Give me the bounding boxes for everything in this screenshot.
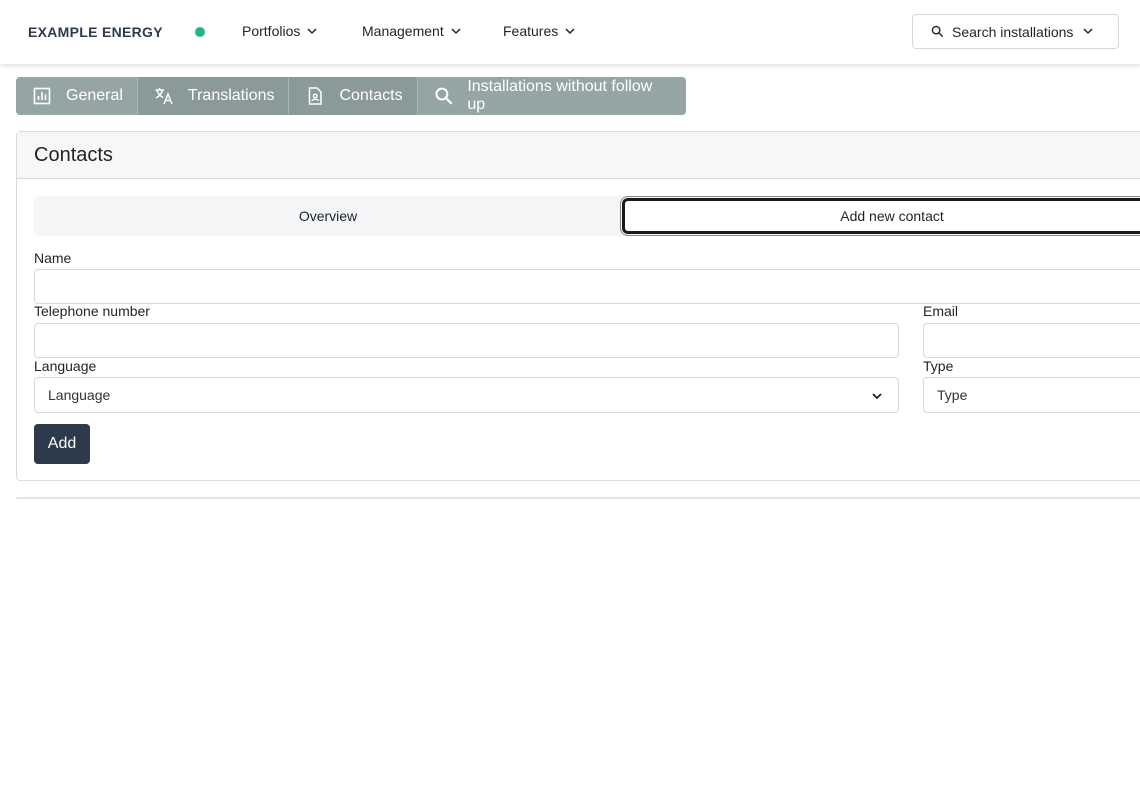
chart-icon <box>33 87 51 105</box>
contacts-view-switch: Overview Add new contact <box>34 196 1140 236</box>
search-installations-button[interactable]: Search installations <box>912 14 1119 49</box>
telephone-label: Telephone number <box>34 303 150 319</box>
type-select[interactable]: Type <box>923 377 1140 413</box>
contacts-card: Contacts Overview Add new contact Name T… <box>16 131 1140 481</box>
translate-icon <box>155 88 173 105</box>
chevron-down-icon <box>307 28 317 35</box>
tab-label: Contacts <box>339 87 403 104</box>
chevron-down-icon <box>565 28 575 35</box>
tab-label: General <box>66 87 123 104</box>
tab-label: Translations <box>187 87 275 104</box>
search-icon <box>435 87 453 105</box>
language-select[interactable]: Language <box>34 377 899 413</box>
search-label: Search installations <box>952 23 1074 40</box>
contact-document-icon <box>309 87 323 105</box>
nav-menu-portfolios[interactable]: Portfolios <box>242 23 318 39</box>
brand-logo[interactable]: EXAMPLE ENERGY <box>28 24 163 40</box>
nav-menu-label: Portfolios <box>242 23 301 39</box>
section-tabs: General Translations Contacts Installati… <box>16 77 686 115</box>
nav-menu-label: Management <box>362 23 444 39</box>
top-navbar: EXAMPLE ENERGY Portfolios Management Fea… <box>0 0 1140 64</box>
tab-contacts[interactable]: Contacts <box>289 77 417 115</box>
nav-menu-label: Features <box>503 23 559 39</box>
language-label: Language <box>34 358 97 374</box>
type-selected-value: Type <box>937 387 968 403</box>
name-input[interactable] <box>34 269 1140 304</box>
chevron-down-icon <box>872 393 882 400</box>
tab-label: Installations without follow up <box>467 78 653 113</box>
nav-menu-features[interactable]: Features <box>503 23 576 39</box>
type-label: Type <box>923 358 954 374</box>
add-contact-button[interactable]: Add <box>34 424 90 464</box>
email-input[interactable] <box>923 323 1140 358</box>
section-divider <box>16 497 1140 499</box>
tab-translations[interactable]: Translations <box>137 77 289 115</box>
card-title: Contacts <box>34 143 113 166</box>
language-selected-value: Language <box>48 387 111 403</box>
tab-general[interactable]: General <box>16 77 137 115</box>
email-label: Email <box>923 303 959 319</box>
card-header: Contacts <box>17 132 1140 179</box>
status-indicator <box>195 27 205 37</box>
overview-segment[interactable]: Overview <box>34 196 622 236</box>
chevron-down-icon <box>1083 28 1093 35</box>
add-new-contact-segment[interactable]: Add new contact <box>620 196 1140 236</box>
name-label: Name <box>34 250 72 266</box>
search-icon <box>931 25 944 38</box>
telephone-input[interactable] <box>34 323 899 358</box>
nav-menu-management[interactable]: Management <box>362 23 462 39</box>
tab-installations-without-follow-up[interactable]: Installations without follow up <box>418 77 686 115</box>
chevron-down-icon <box>451 28 461 35</box>
